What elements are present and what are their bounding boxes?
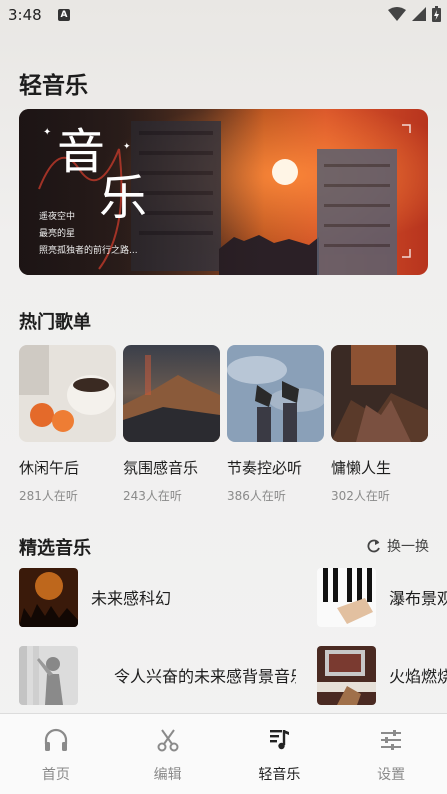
hot-playlists: 休闲午后 281人在听 氛围感音乐 243人在听 节奏控必听 386人在听 慵懒… xyxy=(19,345,447,505)
refresh-icon xyxy=(367,539,380,553)
hot-playlists-title: 热门歌单 xyxy=(19,312,91,333)
playlist-name: 氛围感音乐 xyxy=(123,459,199,477)
signal-icon xyxy=(412,7,426,21)
nav-label: 轻音乐 xyxy=(258,767,301,783)
status-icons xyxy=(388,6,441,22)
music-item[interactable]: 令人兴奋的未来感背景音乐 xyxy=(19,645,296,705)
nav-label: 首页 xyxy=(41,767,70,783)
wifi-icon xyxy=(388,7,406,21)
music-cover xyxy=(19,645,78,705)
banner-sub-line1: 遥夜空中 xyxy=(39,212,76,222)
playlist-card[interactable]: 休闲午后 281人在听 xyxy=(19,345,116,504)
headphones-icon xyxy=(44,728,67,751)
sliders-icon xyxy=(381,730,402,750)
status-bar: 3:48 A xyxy=(0,0,447,30)
playlist-card[interactable]: 节奏控必听 386人在听 xyxy=(227,345,324,504)
playlist-name: 节奏控必听 xyxy=(227,459,303,477)
nav-item-home[interactable]: 首页 xyxy=(0,714,112,794)
nav-item-edit[interactable]: 编辑 xyxy=(112,714,224,794)
banner-subtitle: 遥夜空中 最亮的星 照亮孤独者的前行之路... xyxy=(39,209,138,260)
battery-icon xyxy=(432,6,441,22)
music-note-icon xyxy=(270,730,290,750)
notification-icon: A xyxy=(58,9,70,21)
banner-title-line1: 音 xyxy=(57,124,106,180)
banner-sub-line3: 照亮孤独者的前行之路... xyxy=(39,246,138,256)
music-cover xyxy=(317,567,376,627)
music-cover xyxy=(19,567,78,627)
nav-item-settings[interactable]: 设置 xyxy=(335,714,447,794)
playlist-cover xyxy=(331,345,428,442)
refresh-label: 换一换 xyxy=(387,539,429,555)
status-time: 3:48 xyxy=(8,6,42,24)
music-item[interactable]: 瀑布景观 xyxy=(317,567,447,627)
nav-label: 设置 xyxy=(377,767,406,783)
music-name: 令人兴奋的未来感背景音乐 xyxy=(114,667,296,686)
music-item[interactable]: 未来感科幻 xyxy=(19,567,171,627)
music-name: 未来感科幻 xyxy=(91,589,172,608)
banner-sub-line2: 最亮的星 xyxy=(39,229,76,239)
playlist-listeners: 386人在听 xyxy=(227,489,286,503)
playlist-cover xyxy=(19,345,116,442)
playlist-cover xyxy=(123,345,220,442)
nav-item-light-music[interactable]: 轻音乐 xyxy=(224,714,336,794)
playlist-cover xyxy=(227,345,324,442)
featured-title: 精选音乐 xyxy=(19,538,91,559)
playlist-listeners: 281人在听 xyxy=(19,489,78,503)
nav-label: 编辑 xyxy=(153,767,182,783)
music-cover xyxy=(317,645,376,705)
bottom-nav: 首页 编辑 轻音乐 设置 xyxy=(0,713,447,794)
playlist-listeners: 302人在听 xyxy=(331,489,390,503)
scissors-icon xyxy=(157,729,179,752)
playlist-name: 慵懒人生 xyxy=(331,459,392,477)
playlist-card[interactable]: 氛围感音乐 243人在听 xyxy=(123,345,220,504)
playlist-listeners: 243人在听 xyxy=(123,489,182,503)
music-name: 瀑布景观 xyxy=(389,589,447,608)
svg-text:✦: ✦ xyxy=(43,127,51,138)
playlist-card[interactable]: 慵懒人生 302人在听 xyxy=(331,345,428,504)
playlist-name: 休闲午后 xyxy=(19,459,80,477)
refresh-button[interactable]: 换一换 xyxy=(367,536,429,556)
music-name: 火焰燃烧 xyxy=(389,667,447,686)
page-title: 轻音乐 xyxy=(19,73,88,99)
music-item[interactable]: 火焰燃烧 xyxy=(317,645,447,705)
banner[interactable]: ✦ ✦ 音 乐 遥夜空中 最亮的星 照亮孤独者的前行之路... xyxy=(19,109,428,275)
banner-title: 音 乐 xyxy=(57,124,147,222)
